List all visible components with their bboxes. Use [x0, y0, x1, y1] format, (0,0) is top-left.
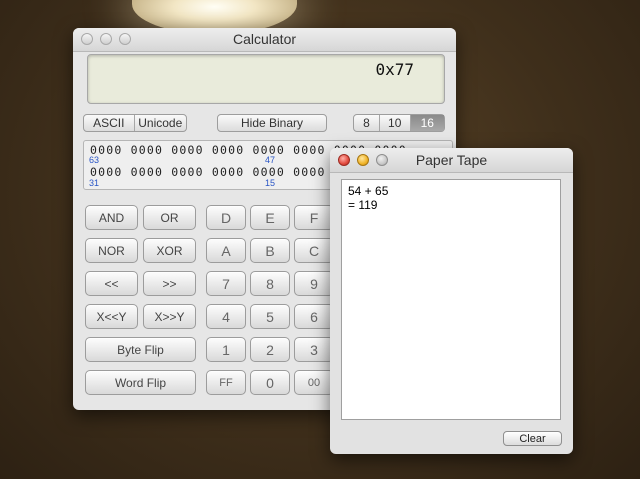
- bit-index-47: 47: [265, 155, 276, 165]
- bit-index-31: 31: [89, 178, 100, 188]
- ascii-button[interactable]: ASCII: [84, 115, 135, 131]
- tape-close-button[interactable]: [338, 154, 350, 166]
- shift-left-button[interactable]: <<: [85, 271, 138, 296]
- key-6[interactable]: 6: [294, 304, 334, 329]
- and-button[interactable]: AND: [85, 205, 138, 230]
- base-16-button[interactable]: 16: [410, 115, 445, 131]
- minimize-button[interactable]: [100, 33, 112, 45]
- unicode-button[interactable]: Unicode: [135, 115, 186, 131]
- key-3[interactable]: 3: [294, 337, 334, 362]
- char-mode-selector: ASCII Unicode: [83, 114, 187, 132]
- tape-zoom-button[interactable]: [376, 154, 388, 166]
- key-4[interactable]: 4: [206, 304, 246, 329]
- base-10-button[interactable]: 10: [380, 115, 411, 131]
- key-f[interactable]: F: [294, 205, 334, 230]
- key-d[interactable]: D: [206, 205, 246, 230]
- key-e[interactable]: E: [250, 205, 290, 230]
- base-selector: 8 10 16: [353, 114, 445, 132]
- xor-button[interactable]: XOR: [143, 238, 196, 263]
- shift-right-y-button[interactable]: X>>Y: [143, 304, 196, 329]
- word-flip-button[interactable]: Word Flip: [85, 370, 196, 395]
- key-7[interactable]: 7: [206, 271, 246, 296]
- shift-left-y-button[interactable]: X<<Y: [85, 304, 138, 329]
- key-0[interactable]: 0: [250, 370, 290, 395]
- byte-flip-button[interactable]: Byte Flip: [85, 337, 196, 362]
- tape-window-controls: [338, 154, 388, 166]
- tape-line: 54 + 65: [348, 184, 389, 198]
- paper-tape-window: Paper Tape 54 + 65 = 119 Clear: [330, 148, 573, 454]
- calculator-title: Calculator: [232, 31, 297, 47]
- key-a[interactable]: A: [206, 238, 246, 263]
- shift-right-button[interactable]: >>: [143, 271, 196, 296]
- key-2[interactable]: 2: [250, 337, 290, 362]
- key-b[interactable]: B: [250, 238, 290, 263]
- key-5[interactable]: 5: [250, 304, 290, 329]
- tape-minimize-button[interactable]: [357, 154, 369, 166]
- calculator-titlebar[interactable]: Calculator: [73, 28, 456, 52]
- key-8[interactable]: 8: [250, 271, 290, 296]
- paper-tape-title: Paper Tape: [415, 152, 488, 168]
- bit-index-63: 63: [89, 155, 100, 165]
- nor-button[interactable]: NOR: [85, 238, 138, 263]
- paper-tape-textarea[interactable]: 54 + 65 = 119: [341, 179, 561, 420]
- key-1[interactable]: 1: [206, 337, 246, 362]
- tape-line: = 119: [348, 198, 378, 212]
- key-c[interactable]: C: [294, 238, 334, 263]
- key-ff[interactable]: FF: [206, 370, 246, 395]
- key-00[interactable]: 00: [294, 370, 334, 395]
- display-value: 0x77: [375, 60, 414, 79]
- or-button[interactable]: OR: [143, 205, 196, 230]
- zoom-button[interactable]: [119, 33, 131, 45]
- key-9[interactable]: 9: [294, 271, 334, 296]
- hide-binary-control: Hide Binary: [217, 114, 327, 132]
- paper-tape-titlebar[interactable]: Paper Tape: [330, 148, 573, 173]
- close-button[interactable]: [81, 33, 93, 45]
- hide-binary-button[interactable]: Hide Binary: [218, 115, 326, 131]
- base-8-button[interactable]: 8: [354, 115, 380, 131]
- calculator-display: 0x77: [87, 54, 445, 104]
- bit-index-15: 15: [265, 178, 276, 188]
- clear-button[interactable]: Clear: [503, 431, 562, 446]
- window-controls: [81, 33, 131, 45]
